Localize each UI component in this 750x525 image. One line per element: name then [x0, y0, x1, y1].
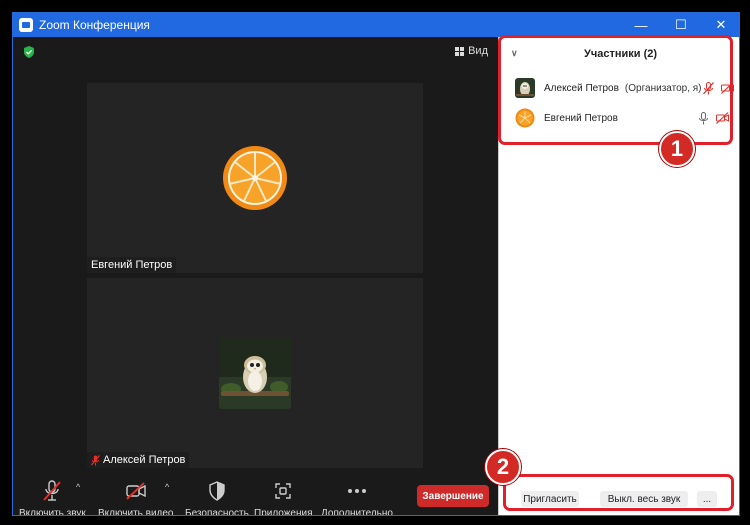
- video-off-icon[interactable]: [716, 112, 729, 125]
- collapse-chevron-icon[interactable]: ∨: [511, 48, 518, 59]
- more-options-button[interactable]: ...: [697, 491, 717, 507]
- shield-icon: [206, 480, 228, 502]
- apps-icon: [272, 480, 294, 502]
- more-dots-icon: [346, 480, 368, 502]
- participant-status-icons: [697, 111, 729, 125]
- participant-row[interactable]: Евгений Петров: [515, 104, 729, 132]
- orange-slice-avatar: [515, 108, 535, 128]
- video-off-icon[interactable]: [720, 82, 734, 95]
- video-options-chevron-icon[interactable]: ^: [165, 482, 169, 492]
- mic-icon[interactable]: [697, 111, 710, 125]
- video-area: Вид Евгений Петров Алексей Петров Включи…: [13, 37, 498, 516]
- maximize-button[interactable]: ☐: [661, 13, 701, 37]
- orange-slice-avatar: [223, 146, 287, 210]
- annotation-badge-2: 2: [485, 449, 521, 485]
- meeting-toolbar: Включить звук ^ Включить видео ^ Безопас…: [13, 474, 498, 516]
- participant-status-icons: [702, 81, 734, 95]
- participants-header: ∨ Участники (2): [499, 37, 739, 71]
- more-button[interactable]: Дополнительно: [321, 480, 393, 516]
- tile-name-label: Алексей Петров: [87, 452, 190, 468]
- window-title: Zoom Конференция: [39, 18, 150, 32]
- view-label: Вид: [468, 45, 488, 57]
- security-button[interactable]: Безопасность: [185, 480, 249, 516]
- security-label: Безопасность: [185, 508, 249, 516]
- tile-name-label: Евгений Петров: [87, 257, 177, 273]
- participants-panel: ∨ Участники (2) Алексей Петров (Организа…: [498, 37, 739, 515]
- zoom-app-icon: [19, 18, 33, 32]
- more-label: Дополнительно: [321, 508, 393, 516]
- mic-muted-icon[interactable]: [702, 81, 715, 95]
- audio-options-chevron-icon[interactable]: ^: [76, 482, 80, 492]
- window-controls: — ☐ ✕: [621, 13, 739, 37]
- mute-all-button[interactable]: Выкл. весь звук: [600, 491, 688, 507]
- start-video-button[interactable]: Включить видео: [98, 480, 174, 516]
- minimize-button[interactable]: —: [621, 13, 661, 37]
- apps-button[interactable]: Приложения: [254, 480, 313, 516]
- participants-footer: Пригласить Выкл. весь звук ...: [499, 481, 739, 515]
- video-label: Включить видео: [98, 508, 174, 516]
- owl-avatar: [515, 78, 535, 98]
- tile-name-text: Алексей Петров: [103, 454, 186, 466]
- mic-muted-icon: [91, 454, 100, 465]
- participant-role: (Организатор, я): [624, 82, 702, 94]
- invite-button[interactable]: Пригласить: [521, 491, 579, 507]
- shield-icon[interactable]: [22, 45, 36, 59]
- owl-photo-avatar: [219, 337, 291, 409]
- title-bar: Zoom Конференция — ☐ ✕: [13, 13, 739, 37]
- video-tile-alexey[interactable]: Алексей Петров: [87, 278, 423, 468]
- participants-title: Участники (2): [583, 48, 658, 60]
- zoom-window: Zoom Конференция — ☐ ✕ Вид Евгений Петро…: [12, 12, 740, 516]
- annotation-badge-1: 1: [659, 131, 695, 167]
- view-button[interactable]: Вид: [455, 45, 488, 57]
- participant-row[interactable]: Алексей Петров (Организатор, я): [515, 74, 734, 102]
- participant-name: Алексей Петров: [544, 82, 619, 94]
- end-meeting-button[interactable]: Завершение: [417, 485, 489, 507]
- video-off-icon: [125, 480, 147, 502]
- grid-icon: [455, 46, 465, 56]
- participant-name: Евгений Петров: [544, 112, 618, 124]
- tile-name-text: Евгений Петров: [91, 259, 173, 271]
- close-button[interactable]: ✕: [701, 13, 739, 37]
- mic-muted-icon: [41, 480, 63, 502]
- unmute-label: Включить звук: [19, 508, 86, 516]
- apps-label: Приложения: [254, 508, 313, 516]
- video-tile-evgeny[interactable]: Евгений Петров: [87, 83, 423, 273]
